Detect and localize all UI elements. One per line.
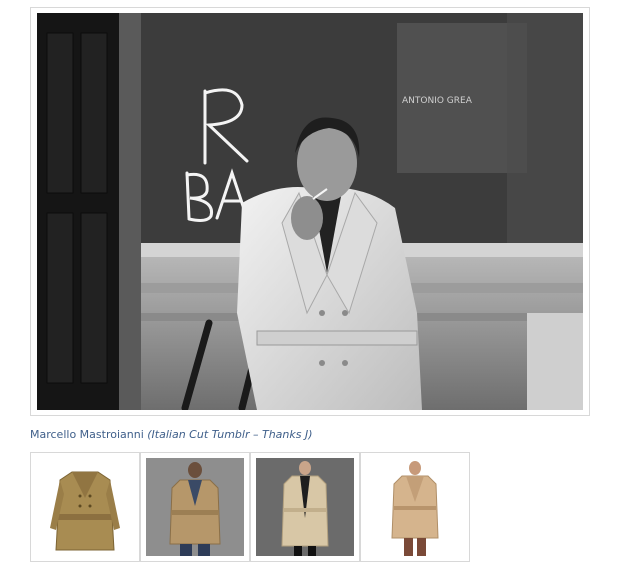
photo-caption: Marcello Mastroianni (Italian Cut Tumblr…: [30, 428, 313, 441]
main-photo-frame: ANTONIO GREA: [30, 7, 590, 416]
trench-coat-icon: [36, 458, 134, 556]
trench-coat-icon: [256, 458, 354, 556]
main-photo[interactable]: ANTONIO GREA: [37, 13, 583, 410]
thumbnail-strip: [30, 452, 470, 562]
caption-source[interactable]: (Italian Cut Tumblr – Thanks J): [147, 428, 312, 441]
wall-sign-text: ANTONIO GREA: [402, 96, 473, 106]
thumbnail-2[interactable]: [140, 452, 250, 562]
trench-coat-icon: [146, 458, 244, 556]
trench-coat-icon: [366, 458, 464, 556]
thumbnail-4[interactable]: [360, 452, 470, 562]
mastroianni-photo: ANTONIO GREA: [37, 13, 583, 410]
thumbnail-1[interactable]: [30, 452, 140, 562]
caption-name[interactable]: Marcello Mastroianni: [30, 428, 144, 441]
thumbnail-3[interactable]: [250, 452, 360, 562]
blog-post: ANTONIO GREA Marcello Mastroianni (Itali…: [0, 0, 639, 570]
